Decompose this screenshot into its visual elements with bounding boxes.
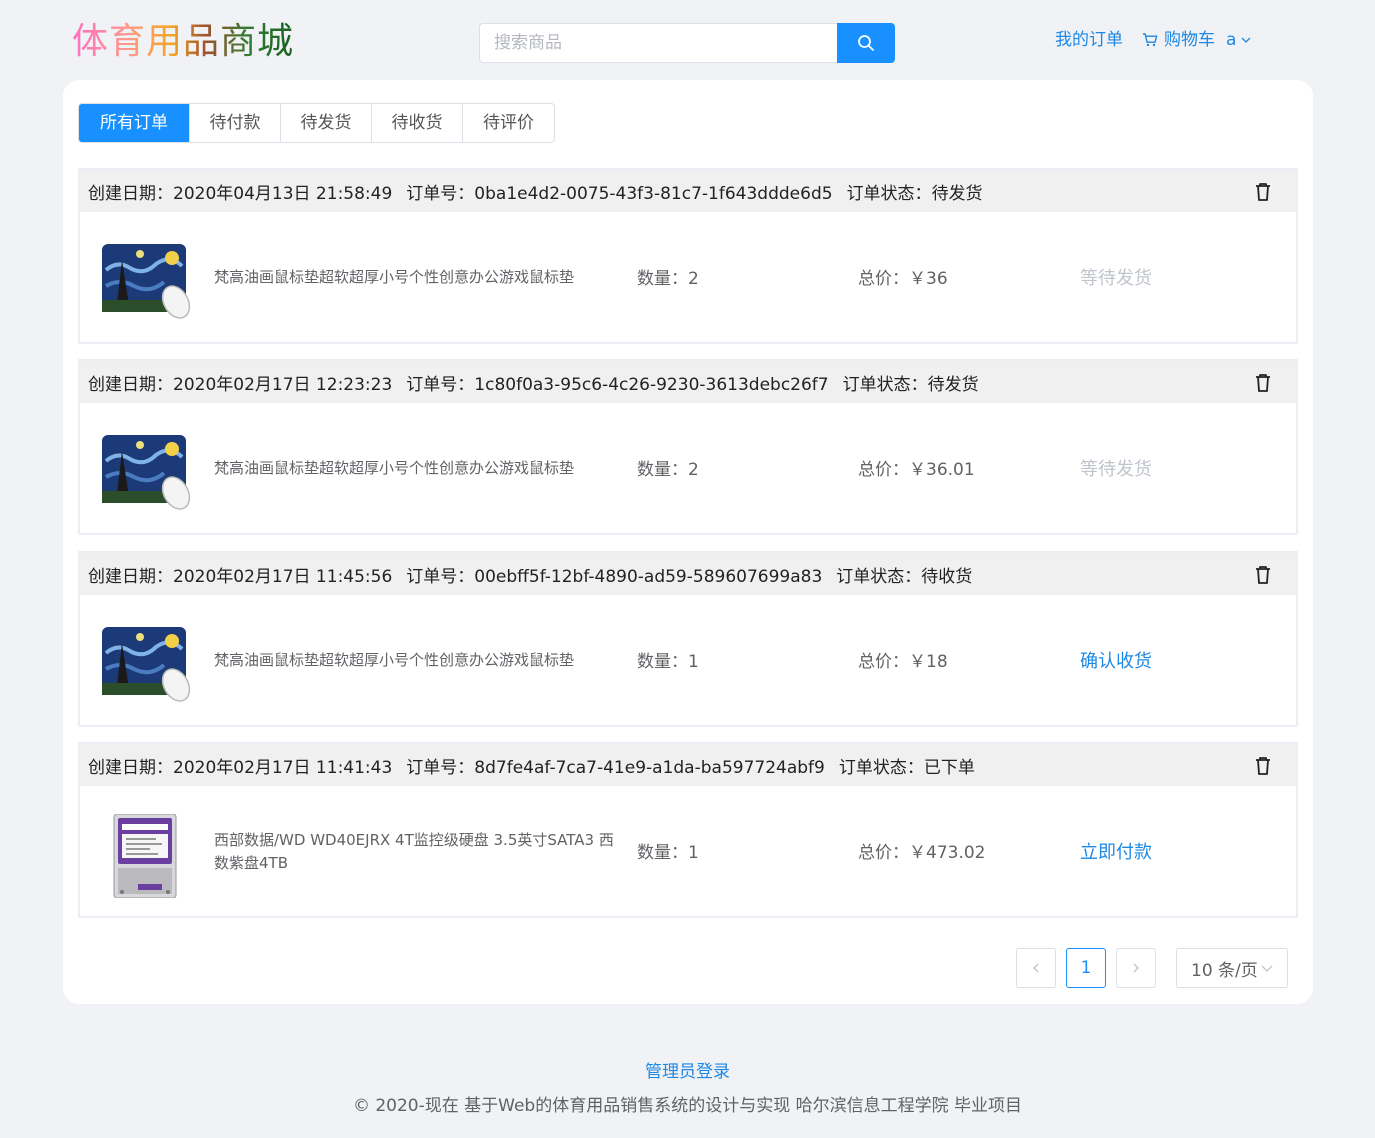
quantity: 数量：1	[637, 843, 699, 863]
chevron-down-icon	[1241, 37, 1251, 43]
product-image[interactable]	[100, 623, 194, 707]
total-value: 18	[926, 652, 948, 672]
page-size-select[interactable]: 10 条/页	[1176, 948, 1288, 988]
product-name[interactable]: 西部数据/WD WD40EJRX 4T监控级硬盘 3.5英寸SATA3 西数紫盘…	[214, 829, 614, 875]
search-icon	[858, 35, 874, 51]
order-header: 创建日期：2020年02月17日 11:41:43 订单号：8d7fe4af-7…	[80, 744, 1296, 786]
confirm-receipt-button[interactable]: 确认收货	[1080, 647, 1152, 673]
trash-icon[interactable]	[1254, 373, 1272, 393]
search-bar	[479, 23, 895, 63]
order-card: 创建日期：2020年04月13日 21:58:49 订单号：0ba1e4d2-0…	[78, 168, 1298, 344]
order-card: 创建日期：2020年02月17日 11:41:43 订单号：8d7fe4af-7…	[78, 742, 1298, 918]
prev-page-button[interactable]	[1016, 948, 1056, 988]
quantity-value: 2	[688, 460, 699, 480]
created-label: 创建日期：	[88, 566, 173, 587]
order-no-label: 订单号：	[406, 183, 475, 204]
quantity: 数量：2	[637, 269, 699, 289]
awaiting-shipment-status: 等待发货	[1080, 268, 1152, 289]
total-value: 36.01	[926, 460, 975, 480]
admin-login-link[interactable]: 管理员登录	[645, 1062, 730, 1082]
quantity-value: 1	[688, 843, 699, 863]
nav-my-orders[interactable]: 我的订单	[1055, 28, 1123, 52]
tab-pending-receipt[interactable]: 待收货	[371, 104, 462, 142]
order-item: 梵高油画鼠标垫超软超厚小号个性创意办公游戏鼠标垫 数量：2 总价：￥36.01 …	[80, 403, 1296, 533]
created-label: 创建日期：	[88, 374, 173, 395]
quantity: 数量：1	[637, 652, 699, 672]
created-label: 创建日期：	[88, 757, 173, 778]
tab-pending-payment[interactable]: 待付款	[189, 104, 280, 142]
trash-icon[interactable]	[1254, 565, 1272, 585]
order-header: 创建日期：2020年02月17日 12:23:23 订单号：1c80f0a3-9…	[80, 361, 1296, 403]
created-date: 2020年02月17日 11:45:56	[173, 566, 393, 587]
search-button[interactable]	[837, 23, 895, 63]
order-number: 1c80f0a3-95c6-4c26-9230-3613debc26f7	[474, 374, 829, 395]
total-price: 总价：￥473.02	[858, 843, 986, 863]
username: a	[1226, 30, 1237, 50]
trash-icon[interactable]	[1254, 756, 1272, 776]
footer-copyright: © 2020-现在 基于Web的体育用品销售系统的设计与实现 哈尔滨信息工程学院…	[352, 1096, 1023, 1116]
tab-pending-shipment[interactable]: 待发货	[280, 104, 371, 142]
total-value: 473.02	[926, 843, 986, 863]
chevron-right-icon	[1133, 963, 1139, 973]
orders-card: 所有订单 待付款 待发货 待收货 待评价 创建日期：2020年04月13日 21…	[63, 80, 1313, 1004]
page-number[interactable]: 1	[1066, 948, 1106, 988]
tab-all-orders[interactable]: 所有订单	[79, 104, 189, 142]
order-no-label: 订单号：	[406, 757, 475, 778]
order-header: 创建日期：2020年04月13日 21:58:49 订单号：0ba1e4d2-0…	[80, 170, 1296, 212]
order-no-label: 订单号：	[406, 374, 475, 395]
nav-cart[interactable]: 购物车	[1142, 28, 1215, 52]
created-date: 2020年02月17日 11:41:43	[173, 757, 393, 778]
product-name[interactable]: 梵高油画鼠标垫超软超厚小号个性创意办公游戏鼠标垫	[214, 266, 614, 289]
order-status: 待发货	[931, 183, 983, 204]
order-item: 梵高油画鼠标垫超软超厚小号个性创意办公游戏鼠标垫 数量：1 总价：￥18 确认收…	[80, 595, 1296, 725]
order-status: 待收货	[921, 566, 973, 587]
awaiting-shipment-status: 等待发货	[1080, 459, 1152, 480]
order-item: 梵高油画鼠标垫超软超厚小号个性创意办公游戏鼠标垫 数量：2 总价：￥36 等待发…	[80, 212, 1296, 342]
product-image[interactable]	[100, 240, 194, 324]
trash-icon[interactable]	[1254, 182, 1272, 202]
total-price: 总价：￥36.01	[858, 460, 975, 480]
site-logo[interactable]: 体育用品商城	[72, 20, 294, 64]
quantity-value: 1	[688, 652, 699, 672]
order-number: 8d7fe4af-7ca7-41e9-a1da-ba597724abf9	[474, 757, 825, 778]
order-status: 已下单	[923, 757, 975, 778]
order-card: 创建日期：2020年02月17日 11:45:56 订单号：00ebff5f-1…	[78, 551, 1298, 727]
user-menu[interactable]: a	[1226, 28, 1252, 52]
tab-pending-review[interactable]: 待评价	[462, 104, 554, 142]
order-number: 00ebff5f-12bf-4890-ad59-589607699a83	[474, 566, 823, 587]
pay-now-button[interactable]: 立即付款	[1080, 838, 1152, 864]
created-date: 2020年04月13日 21:58:49	[173, 183, 393, 204]
header: 体育用品商城 我的订单 购物车 a	[0, 0, 1375, 80]
chevron-down-icon	[1261, 965, 1273, 972]
total-price: 总价：￥36	[858, 269, 948, 289]
status-label: 订单状态：	[838, 757, 924, 778]
total-price: 总价：￥18	[858, 652, 948, 672]
created-date: 2020年02月17日 12:23:23	[173, 374, 393, 395]
quantity: 数量：2	[637, 460, 699, 480]
search-input[interactable]	[479, 23, 837, 63]
order-number: 0ba1e4d2-0075-43f3-81c7-1f643ddde6d5	[474, 183, 833, 204]
chevron-left-icon	[1033, 963, 1039, 973]
order-item: 西部数据/WD WD40EJRX 4T监控级硬盘 3.5英寸SATA3 西数紫盘…	[80, 786, 1296, 916]
order-no-label: 订单号：	[406, 566, 475, 587]
next-page-button[interactable]	[1116, 948, 1156, 988]
status-label: 订单状态：	[836, 566, 922, 587]
total-value: 36	[926, 269, 948, 289]
product-name[interactable]: 梵高油画鼠标垫超软超厚小号个性创意办公游戏鼠标垫	[214, 649, 614, 672]
page-size-value: 10 条/页	[1191, 960, 1258, 981]
product-image[interactable]	[100, 814, 194, 898]
product-image[interactable]	[100, 431, 194, 515]
cart-label: 购物车	[1164, 30, 1215, 50]
quantity-value: 2	[688, 269, 699, 289]
status-label: 订单状态：	[846, 183, 932, 204]
footer-admin: 管理员登录	[0, 1057, 1375, 1082]
status-label: 订单状态：	[842, 374, 928, 395]
order-header: 创建日期：2020年02月17日 11:45:56 订单号：00ebff5f-1…	[80, 553, 1296, 595]
product-name[interactable]: 梵高油画鼠标垫超软超厚小号个性创意办公游戏鼠标垫	[214, 457, 614, 480]
order-tabs: 所有订单 待付款 待发货 待收货 待评价	[78, 103, 555, 143]
cart-icon	[1143, 33, 1158, 47]
order-status: 待发货	[927, 374, 979, 395]
order-card: 创建日期：2020年02月17日 12:23:23 订单号：1c80f0a3-9…	[78, 359, 1298, 535]
created-label: 创建日期：	[88, 183, 173, 204]
